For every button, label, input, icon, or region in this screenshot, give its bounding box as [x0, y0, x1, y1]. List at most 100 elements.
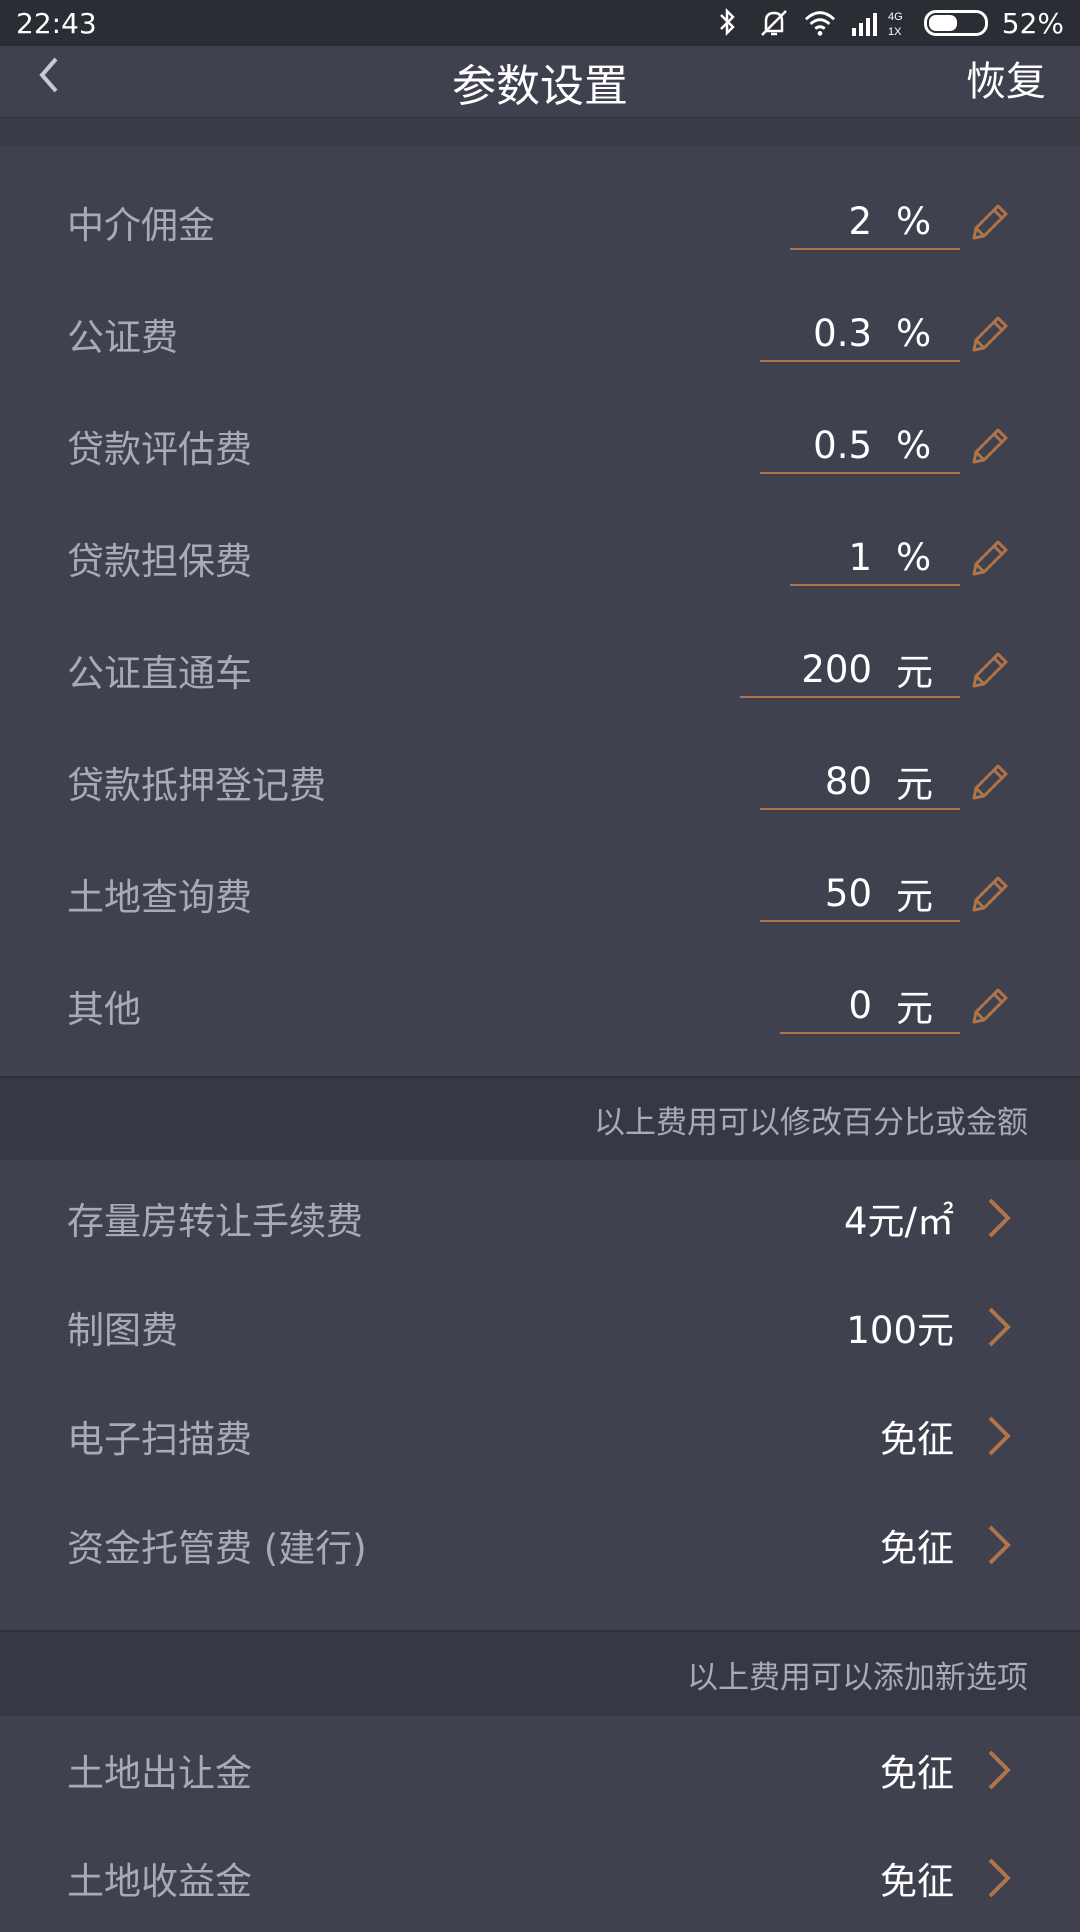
fee-value-input[interactable]: 0.3% [760, 306, 960, 362]
note-options-text: 以上费用可以添加新选项 [687, 1659, 1028, 1696]
fee-edit-group[interactable]: 80 元 [760, 754, 1014, 810]
extra-fees-section: 土地出让金 免征 土地收益金 免征 [0, 1716, 1080, 1920]
pencil-edit-icon[interactable] [966, 870, 1014, 918]
fee-label: 土地收益金 [67, 1860, 252, 1903]
app-header: 参数设置 恢复 [0, 46, 1080, 118]
fee-option-row[interactable]: 制图费 100元 [0, 1272, 1080, 1381]
fee-value: 免征 [880, 1752, 954, 1795]
fee-edit-group[interactable]: 50 元 [760, 866, 1014, 922]
fee-value-input[interactable]: 1% [790, 530, 960, 586]
pencil-edit-icon[interactable] [966, 646, 1014, 694]
fee-value: 0 [848, 983, 872, 1027]
pencil-edit-icon[interactable] [966, 310, 1014, 358]
status-time: 22:43 [16, 6, 97, 40]
fee-label: 中介佣金 [67, 204, 215, 247]
extra-fees-list: 土地出让金 免征 土地收益金 免征 [0, 1716, 1080, 1932]
fee-label: 存量房转让手续费 [67, 1199, 363, 1243]
fee-label: 其他 [67, 988, 141, 1031]
mute-bell-icon [758, 7, 790, 39]
fee-label: 公证直通车 [67, 652, 252, 695]
fee-option-row[interactable]: 土地收益金 免征 [0, 1824, 1080, 1932]
fee-unit: 元 [896, 875, 933, 918]
fee-row: 贷款担保费 1% [0, 502, 1080, 614]
fee-value: 免征 [880, 1417, 954, 1461]
fee-unit: 元 [896, 651, 933, 694]
fee-edit-group[interactable]: 1% [790, 530, 1014, 586]
fee-label: 土地出让金 [67, 1752, 252, 1795]
bluetooth-icon [712, 7, 744, 39]
fee-value: 4元/㎡ [843, 1199, 954, 1243]
pencil-edit-icon[interactable] [966, 982, 1014, 1030]
pencil-edit-icon[interactable] [966, 534, 1014, 582]
editable-fees-section: 中介佣金 2% 公证费 0.3% 贷款评估费 0.5% 贷款担保费 1% 公证直通车 200 元贷款… [0, 146, 1080, 1076]
fee-label: 贷款评估费 [67, 428, 252, 471]
restore-button[interactable]: 恢复 [966, 46, 1046, 118]
fee-edit-group[interactable]: 0.5% [760, 418, 1014, 474]
fee-row: 公证直通车 200 元 [0, 614, 1080, 726]
fee-value: 免征 [880, 1860, 954, 1903]
fee-option-row[interactable]: 存量房转让手续费 4元/㎡ [0, 1163, 1080, 1272]
editable-fees-list: 中介佣金 2% 公证费 0.3% 贷款评估费 0.5% 贷款担保费 1% 公证直通车 200 元贷款… [0, 166, 1080, 1062]
fee-value: 2 [848, 199, 872, 243]
fee-value-input[interactable]: 0.5% [760, 418, 960, 474]
fee-edit-group[interactable]: 0元 [780, 978, 1014, 1034]
fee-row: 公证费 0.3% [0, 278, 1080, 390]
fee-unit: 元 [896, 987, 933, 1030]
battery-icon [923, 10, 988, 36]
wifi-icon [804, 7, 836, 39]
option-fees-list: 存量房转让手续费 4元/㎡ 制图费 100元 电子扫描费 免征 资金托管费 (建行) 免征 [0, 1163, 1080, 1599]
chevron-left-icon [39, 57, 58, 93]
fee-row: 土地查询费 50 元 [0, 838, 1080, 950]
fee-unit: % [896, 535, 932, 579]
note-options: 以上费用可以添加新选项 [0, 1630, 1080, 1716]
fee-value-input[interactable]: 0元 [780, 978, 960, 1034]
fee-value: 0.5 [813, 423, 872, 467]
pencil-edit-icon[interactable] [966, 422, 1014, 470]
fee-label: 贷款抵押登记费 [67, 764, 326, 807]
fee-value: 0.3 [813, 311, 872, 355]
chevron-right-icon [988, 1858, 1011, 1898]
fee-edit-group[interactable]: 200 元 [740, 642, 1014, 698]
fee-unit: % [896, 199, 932, 243]
battery-fill [928, 15, 957, 31]
note-editable: 以上费用可以修改百分比或金额 [0, 1076, 1080, 1160]
chevron-right-icon [988, 1525, 1011, 1564]
fee-value-input[interactable]: 200 元 [740, 642, 960, 698]
fee-unit: % [896, 423, 932, 467]
fee-edit-group[interactable]: 0.3% [760, 306, 1014, 362]
svg-text:1X: 1X [888, 26, 902, 38]
fee-label: 贷款担保费 [67, 540, 252, 583]
fee-label: 土地查询费 [67, 876, 252, 919]
pencil-edit-icon[interactable] [966, 758, 1014, 806]
fee-value: 100元 [846, 1308, 954, 1352]
fee-value-input[interactable]: 50 元 [760, 866, 960, 922]
status-icons: 4G 1X 52% [712, 7, 1064, 40]
fee-row: 其他 0 元 [0, 950, 1080, 1062]
fee-value: 免征 [880, 1526, 954, 1570]
signal-icon: 4G 1X [850, 7, 910, 39]
fee-label: 电子扫描费 [67, 1417, 252, 1461]
fee-value-input[interactable]: 2% [790, 194, 960, 250]
fee-label: 公证费 [67, 316, 178, 359]
fee-value: 1 [848, 535, 872, 579]
fee-label: 制图费 [67, 1308, 178, 1352]
note-editable-text: 以上费用可以修改百分比或金额 [594, 1104, 1028, 1141]
chevron-right-icon [988, 1198, 1011, 1237]
fee-option-row[interactable]: 土地出让金 免征 [0, 1716, 1080, 1824]
fee-row: 贷款抵押登记费 80 元 [0, 726, 1080, 838]
chevron-right-icon [988, 1750, 1011, 1790]
fee-value-input[interactable]: 80 元 [760, 754, 960, 810]
fee-row: 中介佣金 2% [0, 166, 1080, 278]
back-button[interactable] [28, 50, 68, 100]
chevron-right-icon [988, 1416, 1011, 1455]
fee-unit: % [896, 311, 932, 355]
fee-value: 200 [801, 647, 872, 691]
pencil-edit-icon[interactable] [966, 198, 1014, 246]
fee-edit-group[interactable]: 2% [790, 194, 1014, 250]
page-title: 参数设置 [452, 60, 628, 112]
fee-unit: 元 [896, 763, 933, 806]
fee-option-row[interactable]: 电子扫描费 免征 [0, 1381, 1080, 1490]
battery-percent: 52% [1001, 6, 1064, 40]
fee-option-row[interactable]: 资金托管费 (建行) 免征 [0, 1490, 1080, 1599]
chevron-right-icon [988, 1307, 1011, 1346]
